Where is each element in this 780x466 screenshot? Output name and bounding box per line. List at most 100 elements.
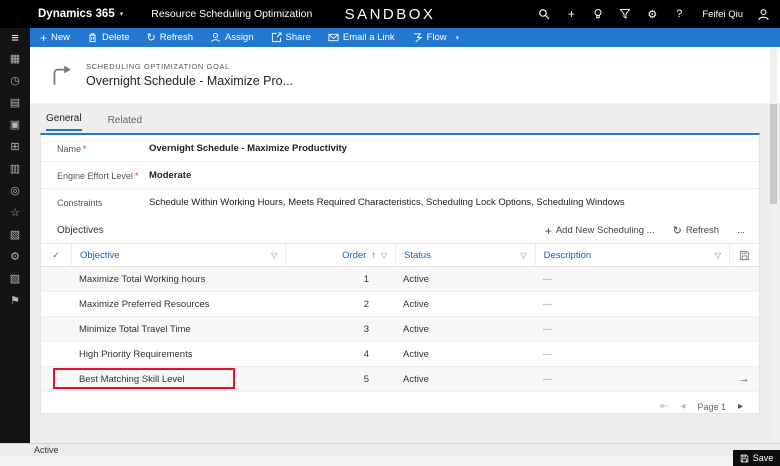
search-icon[interactable] [537,7,551,21]
row-select-cell[interactable] [41,317,71,341]
row-end-cell [729,317,759,341]
tab-related[interactable]: Related [108,115,142,131]
add-new-scheduling-button[interactable]: + Add New Scheduling ... [545,225,655,236]
objective-name: Minimize Total Travel Time [79,324,191,335]
page-indicator: Page 1 [697,402,726,412]
general-form-card: Name* Overnight Schedule - Maximize Prod… [40,133,760,414]
grid-more-commands-button[interactable]: ... [737,225,745,236]
lightbulb-icon[interactable] [591,7,605,21]
assign-person-icon [210,32,221,43]
row-select-cell[interactable] [41,267,71,291]
sidebar-icon-bookings[interactable]: ▥ [0,158,30,179]
objective-row-2[interactable]: Maximize Preferred Resources 2 Active --… [41,292,759,317]
first-page-button[interactable]: ⇤ [660,401,668,412]
next-page-button[interactable]: ▸ [738,401,743,412]
flow-button[interactable]: Flow ▾ [412,32,460,43]
chevron-down-icon[interactable]: ▾ [120,10,124,18]
help-icon[interactable]: ? [672,7,686,21]
filter-funnel-icon[interactable]: ▽ [715,251,721,260]
sidebar-icon-feedback[interactable]: ⚑ [0,290,30,311]
assign-button[interactable]: Assign [210,32,254,43]
row-end-cell [729,267,759,291]
grid-refresh-button[interactable]: ↻ Refresh [673,225,719,236]
objective-row-5[interactable]: Best Matching Skill Level 5 Active --- → [41,367,759,392]
previous-page-button[interactable]: ◂ [680,401,685,412]
user-name[interactable]: Feifei Qiu [702,9,743,20]
objective-row-1[interactable]: Maximize Total Working hours 1 Active --… [41,267,759,292]
objective-name: Best Matching Skill Level [79,374,185,385]
required-asterisk: * [135,171,139,181]
objective-order: 3 [285,317,395,341]
flow-icon [412,32,423,43]
footer-status-bar: Active [0,443,780,456]
sidebar-icon-settings[interactable]: ⚙ [0,246,30,267]
filter-funnel-icon[interactable]: ▽ [271,251,277,260]
filter-funnel-icon[interactable]: ▽ [381,251,387,260]
column-header-order[interactable]: Order [342,250,366,261]
required-asterisk: * [83,144,87,154]
gear-icon[interactable]: ⚙ [645,7,659,21]
trash-icon [87,32,98,43]
avatar[interactable] [756,7,770,21]
refresh-icon: ↻ [673,226,682,236]
sidebar-icon-requirements[interactable]: ⊞ [0,136,30,157]
objective-description: --- [535,267,729,291]
effort-field-value[interactable]: Moderate [149,170,191,181]
objective-order: 1 [285,267,395,291]
hamburger-menu-icon[interactable]: ≡ [0,28,30,47]
sidebar-icon-recent[interactable]: ◷ [0,70,30,91]
left-navigation-sidebar: ≡ ▦ ◷ ▤ ▣ ⊞ ▥ ◎ ☆ ▧ ⚙ ▨ ⚑ [0,28,30,443]
delete-button[interactable]: Delete [87,32,129,43]
scrollbar-thumb[interactable] [770,104,777,204]
sidebar-icon-dashboards[interactable]: ▦ [0,48,30,69]
objective-description: --- [535,292,729,316]
envelope-icon [328,32,339,43]
dynamics-365-brand[interactable]: Dynamics 365 [38,8,115,20]
filter-funnel-icon[interactable]: ▽ [520,251,526,260]
row-select-cell[interactable] [41,292,71,316]
objective-status: Active [395,367,535,391]
sidebar-icon-reports[interactable]: ▧ [0,224,30,245]
column-header-description[interactable]: Description [544,250,592,261]
row-end-cell [729,292,759,316]
footer-bottom-strip [0,456,780,466]
quick-create-plus-icon[interactable]: + [564,7,578,21]
column-header-objective[interactable]: Objective [80,250,120,261]
vertical-scrollbar[interactable] [770,48,777,442]
record-header: SCHEDULING OPTIMIZATION GOAL Overnight S… [30,47,780,103]
objectives-grid-header: ✓ Objective ▽ Order ↑ ▽ Status ▽ Descrip… [41,243,759,267]
sidebar-icon-schedule-board[interactable]: ▣ [0,114,30,135]
select-all-checkbox[interactable]: ✓ [41,244,71,266]
record-status: Active [34,445,59,455]
sidebar-icon-favorites[interactable]: ☆ [0,202,30,223]
objective-order: 5 [285,367,395,391]
share-button[interactable]: Share [271,32,311,43]
column-header-status[interactable]: Status [404,250,431,261]
name-field-value[interactable]: Overnight Schedule - Maximize Productivi… [149,143,347,154]
filter-funnel-icon[interactable] [618,7,632,21]
refresh-button[interactable]: ↻ Refresh [147,32,193,43]
command-bar: + New Delete ↻ Refresh Assign Share Emai… [30,28,780,47]
new-button[interactable]: + New [40,32,70,43]
objectives-section-header: Objectives + Add New Scheduling ... ↻ Re… [41,215,759,243]
email-a-link-button[interactable]: Email a Link [328,32,395,43]
objective-row-4[interactable]: High Priority Requirements 4 Active --- [41,342,759,367]
refresh-icon: ↻ [147,33,156,43]
sidebar-icon-pinned[interactable]: ▤ [0,92,30,113]
chevron-down-icon: ▾ [456,34,460,42]
objective-description: --- [535,342,729,366]
field-name: Name* Overnight Schedule - Maximize Prod… [41,135,759,162]
save-button[interactable]: Save [733,450,780,466]
sidebar-icon-resources[interactable]: ▨ [0,268,30,289]
grid-save-icon[interactable] [729,244,759,266]
main-content: SCHEDULING OPTIMIZATION GOAL Overnight S… [30,47,780,443]
constraints-field-value[interactable]: Schedule Within Working Hours, Meets Req… [149,197,625,208]
sidebar-icon-optimization-goals[interactable]: ◎ [0,180,30,201]
objective-row-3[interactable]: Minimize Total Travel Time 3 Active --- [41,317,759,342]
row-select-cell[interactable] [41,367,71,391]
tab-general[interactable]: General [46,113,82,131]
app-name[interactable]: Resource Scheduling Optimization [151,8,312,20]
open-record-arrow-icon[interactable]: → [739,373,750,385]
plus-icon: + [40,33,47,43]
row-select-cell[interactable] [41,342,71,366]
